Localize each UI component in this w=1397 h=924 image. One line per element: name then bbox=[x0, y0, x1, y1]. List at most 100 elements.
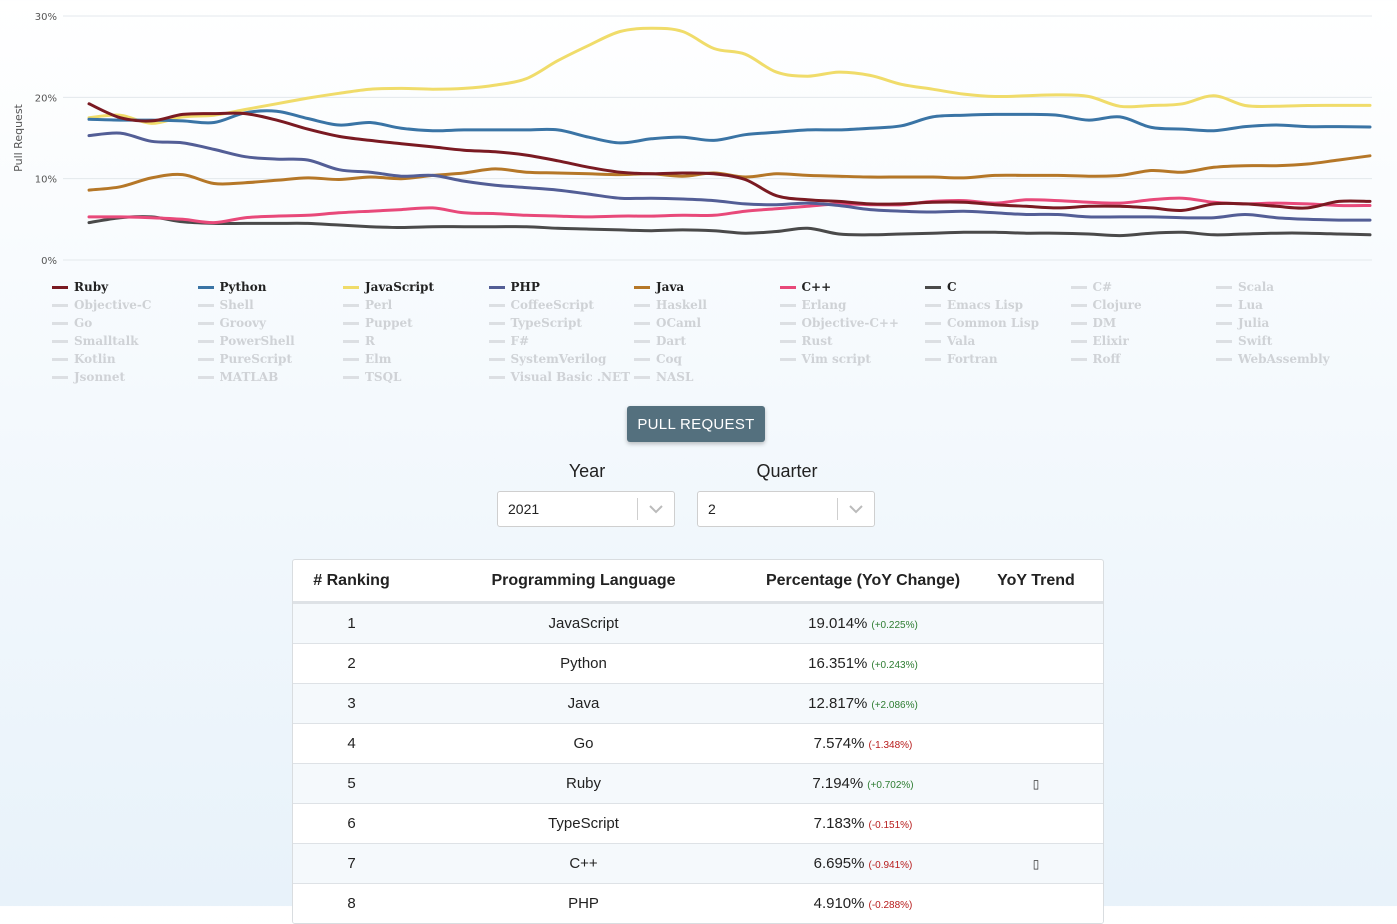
legend-item-python[interactable]: Python bbox=[197, 278, 344, 296]
legend-item-elm[interactable]: Elm bbox=[343, 350, 489, 368]
quarter-select[interactable]: 2 bbox=[697, 491, 875, 527]
legend-item-powershell[interactable]: PowerShell bbox=[197, 332, 344, 350]
legend-swatch bbox=[925, 285, 941, 289]
language-cell: Java bbox=[410, 683, 757, 724]
legend-label: PHP bbox=[510, 280, 540, 294]
language-cell: PHP bbox=[410, 883, 757, 923]
rank-cell: 2 bbox=[293, 643, 410, 684]
legend-item-purescript[interactable]: PureScript bbox=[197, 350, 344, 368]
trend-cell bbox=[969, 803, 1103, 844]
header-ranking[interactable]: # Ranking bbox=[293, 560, 410, 604]
yoy-change: (-1.348%) bbox=[868, 740, 913, 751]
legend-item-coffeescript[interactable]: CoffeeScript bbox=[488, 296, 635, 314]
legend-item-typescript[interactable]: TypeScript bbox=[488, 314, 635, 332]
legend-swatch bbox=[634, 285, 650, 289]
series-line-java[interactable] bbox=[87, 154, 1372, 192]
legend-item-vala[interactable]: Vala bbox=[925, 332, 1071, 350]
legend-item-scala[interactable]: Scala bbox=[1216, 278, 1362, 296]
legend-item-swift[interactable]: Swift bbox=[1216, 332, 1362, 350]
legend-swatch bbox=[52, 321, 68, 325]
legend-swatch bbox=[1216, 321, 1232, 325]
legend-item-common-lisp[interactable]: Common Lisp bbox=[925, 314, 1071, 332]
legend-item-rust[interactable]: Rust bbox=[779, 332, 926, 350]
legend-label: Lua bbox=[1238, 298, 1263, 312]
legend-item-javascript[interactable]: JavaScript bbox=[343, 278, 489, 296]
language-cell: C++ bbox=[410, 843, 757, 884]
legend-item-julia[interactable]: Julia bbox=[1216, 314, 1362, 332]
pull-request-button[interactable]: PULL REQUEST bbox=[627, 406, 765, 442]
percentage-cell: 6.695% (-0.941%) bbox=[757, 843, 969, 884]
legend-label: Rust bbox=[801, 334, 833, 348]
legend-item-objective-c[interactable]: Objective-C bbox=[52, 296, 198, 314]
year-select[interactable]: 2021 bbox=[497, 491, 675, 527]
legend-swatch bbox=[779, 285, 796, 289]
legend-item-ocaml[interactable]: OCaml bbox=[634, 314, 780, 332]
legend-swatch bbox=[343, 339, 359, 343]
legend-swatch bbox=[1216, 339, 1232, 343]
legend-swatch bbox=[488, 303, 505, 307]
header-trend[interactable]: YoY Trend bbox=[969, 560, 1103, 604]
legend-label: Groovy bbox=[219, 316, 267, 330]
legend-item-vim-script[interactable]: Vim script bbox=[779, 350, 926, 368]
legend-item-puppet[interactable]: Puppet bbox=[343, 314, 489, 332]
legend-item-kotlin[interactable]: Kotlin bbox=[52, 350, 198, 368]
legend-item-elixir[interactable]: Elixir bbox=[1070, 332, 1217, 350]
legend-item-r[interactable]: R bbox=[343, 332, 489, 350]
chevron-down-icon[interactable] bbox=[638, 504, 674, 514]
legend-item-c[interactable]: C bbox=[925, 278, 1071, 296]
legend-label: F# bbox=[510, 334, 530, 348]
legend-item-objective-c-[interactable]: Objective-C++ bbox=[779, 314, 926, 332]
legend-swatch bbox=[488, 339, 505, 343]
y-tick-label: 10% bbox=[35, 175, 57, 186]
legend-item-smalltalk[interactable]: Smalltalk bbox=[52, 332, 198, 350]
legend-item-go[interactable]: Go bbox=[52, 314, 198, 332]
legend-item-fortran[interactable]: Fortran bbox=[925, 350, 1071, 368]
legend-item-php[interactable]: PHP bbox=[488, 278, 635, 296]
header-language[interactable]: Programming Language bbox=[410, 560, 757, 604]
legend-item-clojure[interactable]: Clojure bbox=[1070, 296, 1217, 314]
chevron-down-icon[interactable] bbox=[838, 504, 874, 514]
legend-label: Swift bbox=[1238, 334, 1273, 348]
legend-label: Puppet bbox=[365, 316, 413, 330]
legend-item-roff[interactable]: Roff bbox=[1070, 350, 1217, 368]
legend-item-systemverilog[interactable]: SystemVerilog bbox=[488, 350, 635, 368]
table-row: 5 Ruby 7.194% (+0.702%) ▯ bbox=[293, 763, 1103, 804]
legend-label: Scala bbox=[1238, 280, 1275, 294]
header-percentage[interactable]: Percentage (YoY Change) bbox=[757, 560, 969, 604]
legend-item-tsql[interactable]: TSQL bbox=[343, 368, 489, 386]
legend-item-emacs-lisp[interactable]: Emacs Lisp bbox=[925, 296, 1071, 314]
rank-cell: 7 bbox=[293, 843, 410, 884]
legend-item-groovy[interactable]: Groovy bbox=[197, 314, 344, 332]
legend-item-coq[interactable]: Coq bbox=[634, 350, 780, 368]
legend-item-ruby[interactable]: Ruby bbox=[52, 278, 198, 296]
legend-item-c-[interactable]: C++ bbox=[779, 278, 926, 296]
legend-item-perl[interactable]: Perl bbox=[343, 296, 489, 314]
legend-item-webassembly[interactable]: WebAssembly bbox=[1216, 350, 1362, 368]
legend-item-nasl[interactable]: NASL bbox=[634, 368, 780, 386]
percentage-value: 12.817% bbox=[808, 695, 868, 712]
series-line-python[interactable] bbox=[87, 109, 1372, 145]
legend-item-erlang[interactable]: Erlang bbox=[779, 296, 926, 314]
legend-item-matlab[interactable]: MATLAB bbox=[197, 368, 344, 386]
legend-item-dart[interactable]: Dart bbox=[634, 332, 780, 350]
yoy-change: (-0.941%) bbox=[868, 860, 913, 871]
legend-item-lua[interactable]: Lua bbox=[1216, 296, 1362, 314]
legend-label: Objective-C++ bbox=[801, 316, 899, 330]
yoy-change: (+2.086%) bbox=[871, 700, 918, 711]
percentage-cell: 7.574% (-1.348%) bbox=[757, 723, 969, 764]
legend-item-dm[interactable]: DM bbox=[1070, 314, 1217, 332]
legend-swatch bbox=[52, 375, 68, 379]
legend-label: Elixir bbox=[1092, 334, 1129, 348]
legend-swatch bbox=[343, 285, 359, 289]
legend-item-java[interactable]: Java bbox=[634, 278, 780, 296]
series-line-javascript[interactable] bbox=[87, 26, 1372, 125]
series-line-ruby[interactable] bbox=[87, 102, 1372, 213]
legend-item-c-[interactable]: C# bbox=[1070, 278, 1217, 296]
legend-swatch bbox=[197, 339, 214, 343]
series-line-c[interactable] bbox=[87, 215, 1372, 238]
legend-item-haskell[interactable]: Haskell bbox=[634, 296, 780, 314]
legend-item-jsonnet[interactable]: Jsonnet bbox=[52, 368, 198, 386]
legend-item-f-[interactable]: F# bbox=[488, 332, 635, 350]
legend-item-shell[interactable]: Shell bbox=[197, 296, 344, 314]
legend-item-visual-basic-net[interactable]: Visual Basic .NET bbox=[488, 368, 635, 386]
